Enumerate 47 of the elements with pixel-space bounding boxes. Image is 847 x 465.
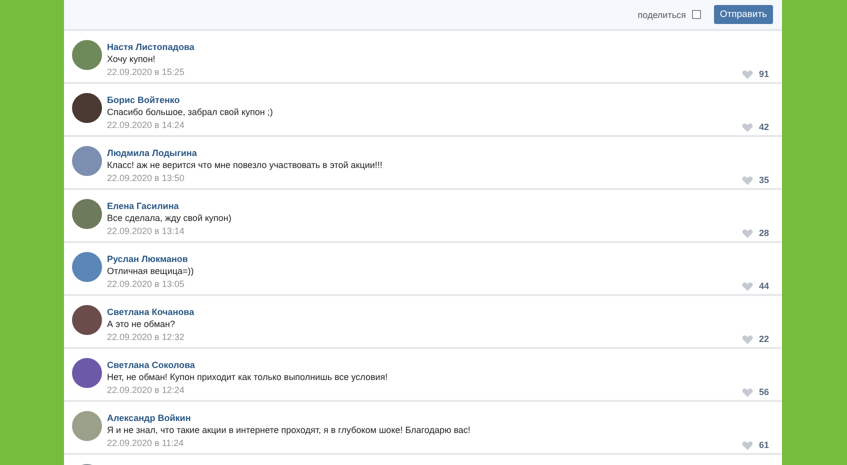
avatar-photo[interactable] [72, 93, 102, 123]
avatar-photo[interactable] [72, 305, 102, 335]
comment-text: Я и не знал, что такие акции в интернете проходят, я в глубоком шоке! Благодарю вас! [107, 424, 470, 437]
comment-text: Класс! аж не верится что мне повезло участвовать в этой акции!!! [107, 159, 382, 172]
author-link[interactable]: Светлана Соколова [107, 359, 195, 371]
like-button[interactable]: 61 [742, 440, 773, 450]
share-label: поделиться [638, 10, 686, 20]
avatar-photo[interactable] [72, 358, 102, 388]
comment-text: Спасибо большое, забрал свой купон ;) [107, 106, 273, 119]
author-link[interactable]: Людмила Лодыгина [107, 147, 197, 159]
comment-date: 22.09.2020 в 11:24 [107, 437, 184, 450]
like-button[interactable]: 56 [742, 387, 773, 397]
comment-text: Все сделала, жду свой купон) [107, 212, 232, 225]
comment-text: Хочу купон! [107, 53, 156, 66]
author-link[interactable]: Елена Гасилина [107, 200, 179, 212]
heart-icon [742, 70, 753, 78]
like-button[interactable]: 44 [742, 281, 773, 291]
like-button[interactable]: 22 [742, 334, 773, 344]
comment-date: 22.09.2020 в 13:05 [107, 278, 184, 291]
heart-icon [742, 388, 753, 396]
like-button[interactable]: 28 [742, 228, 773, 238]
heart-icon [742, 228, 753, 238]
comment-date: 22.09.2020 в 13:50 [107, 172, 184, 185]
heart-icon [742, 334, 753, 344]
comment-text: Отличная вещица=)) [107, 265, 194, 278]
comment-date: 22.09.2020 в 15:25 [107, 66, 184, 79]
comment-text: А это не обман? [107, 318, 176, 331]
send-button[interactable]: Отправить [714, 5, 773, 24]
like-button[interactable]: 35 [742, 175, 773, 185]
heart-icon [742, 282, 753, 290]
heart-icon [742, 176, 753, 184]
comment-date: 22.09.2020 в 14:24 [107, 119, 184, 132]
like-button[interactable]: 42 [742, 122, 773, 132]
comment-date: 22.09.2020 в 13:14 [107, 225, 184, 238]
author-link[interactable]: Руслан Люкманов [107, 253, 188, 265]
heart-icon [742, 440, 753, 450]
comment-date: 22.09.2020 в 12:24 [107, 384, 184, 397]
comment-date: 22.09.2020 в 12:32 [107, 331, 184, 344]
author-link[interactable]: Александр Войкин [107, 412, 191, 424]
comment-text: Нет, не обман! Купон приходит как только выполнишь все условия! [107, 371, 388, 384]
share-checkbox[interactable] [692, 10, 701, 19]
author-link[interactable]: Светлана Кочанова [107, 306, 194, 318]
author-link[interactable]: Настя Листопадова [107, 41, 194, 53]
like-button[interactable]: 91 [742, 69, 773, 79]
avatar-photo[interactable] [72, 199, 102, 229]
heart-icon [742, 122, 753, 132]
author-link[interactable]: Борис Войтенко [107, 94, 180, 106]
